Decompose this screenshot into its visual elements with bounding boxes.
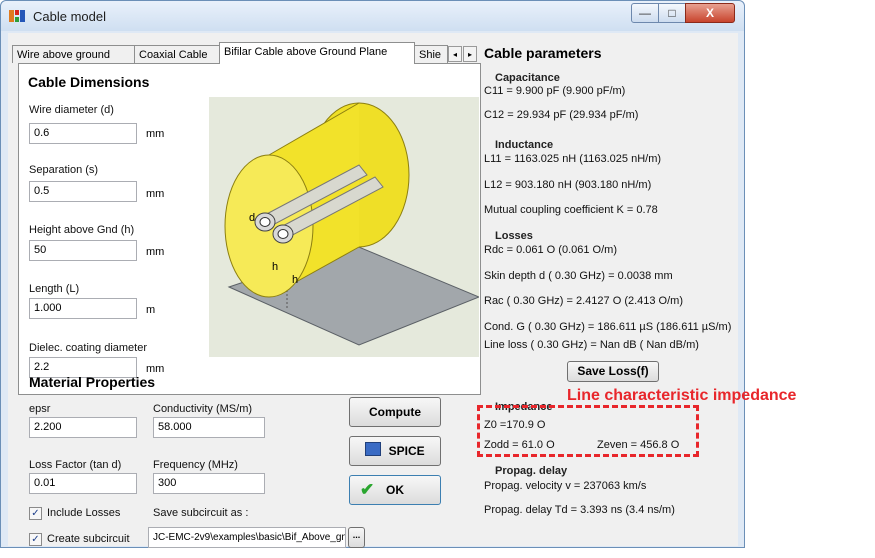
cable-dimensions-panel: Cable Dimensions Wire diameter (d) 0.6 m… [18,63,481,395]
conductivity-input[interactable]: 58.000 [153,417,265,438]
frequency-input[interactable]: 300 [153,473,265,494]
inductance-heading: Inductance [495,139,554,151]
wire-diameter-label: Wire diameter (d) [29,104,114,116]
tab-bifilar-cable[interactable]: Bifilar Cable above Ground Plane [219,42,415,64]
title-bar[interactable]: Cable model — □ X [1,1,744,31]
conductivity-label: Conductivity (MS/m) [153,403,253,415]
material-properties-title: Material Properties [29,374,156,390]
app-icon [9,10,25,22]
maximize-button[interactable]: □ [658,3,686,23]
tab-wire-above-ground[interactable]: Wire above ground [12,45,135,63]
cable-dimensions-title: Cable Dimensions [28,74,150,90]
dielec-label: Dielec. coating diameter [29,342,148,354]
minimize-button[interactable]: — [631,3,659,23]
epsr-label: epsr [29,403,51,415]
save-loss-button[interactable]: Save Loss(f) [567,361,659,382]
propag-delay-heading: Propag. delay [495,465,568,477]
include-losses-label: Include Losses [47,507,121,519]
delay-value: Propag. delay Td = 3.393 ns (3.4 ns/m) [484,504,675,516]
conductance-value: Cond. G ( 0.30 GHz) = 186.611 µS (186.61… [484,321,732,333]
tab-scroll-left-icon[interactable]: ◂ [448,46,462,62]
include-losses-checkbox[interactable]: ✓ [29,507,42,520]
cable-parameters-title: Cable parameters [484,45,602,61]
create-subcircuit-label: Create subcircuit [47,533,130,545]
loss-factor-label: Loss Factor (tan d) [29,459,122,471]
diagram-label-h2: h [292,274,298,286]
height-label: Height above Gnd (h) [29,224,135,236]
separation-label: Separation (s) [29,164,99,176]
save-subcircuit-label: Save subcircuit as : [153,507,249,519]
l11-value: L11 = 1163.025 nH (1163.025 nH/m) [484,153,662,165]
diagram-label-h1: h [272,261,278,273]
spice-button[interactable]: SPICE [349,436,441,466]
separation-unit: mm [146,188,165,200]
height-input[interactable]: 50 [29,240,137,261]
velocity-value: Propag. velocity v = 237063 km/s [484,480,647,492]
skin-depth-value: Skin depth d ( 0.30 GHz) = 0.0038 mm [484,270,673,282]
losses-heading: Losses [495,230,533,242]
diagram-label-d: d [249,212,255,224]
spice-icon [365,442,382,456]
loss-factor-input[interactable]: 0.01 [29,473,137,494]
tab-shielded[interactable]: Shie [414,45,448,63]
separation-input[interactable]: 0.5 [29,181,137,202]
wire-diameter-unit: mm [146,128,165,140]
rdc-value: Rdc = 0.061 O (0.061 O/m) [484,244,617,256]
rac-value: Rac ( 0.30 GHz) = 2.4127 O (2.413 O/m) [484,295,683,307]
epsr-input[interactable]: 2.200 [29,417,137,438]
create-subcircuit-checkbox[interactable]: ✓ [29,533,42,546]
close-button[interactable]: X [685,3,735,23]
subcircuit-path-input[interactable]: JC-EMC-2v9\examples\basic\Bif_Above_gnd_… [148,527,346,548]
frequency-label: Frequency (MHz) [153,459,238,471]
spice-label: SPICE [388,444,425,458]
length-input[interactable]: 1.000 [29,298,137,319]
length-label: Length (L) [29,283,80,295]
client-area: Wire above ground Coaxial Cable Bifilar … [8,33,738,548]
checkmark-icon: ✔ [360,480,375,499]
tab-coaxial-cable[interactable]: Coaxial Cable [134,45,220,63]
c12-value: C12 = 29.934 pF (29.934 pF/m) [484,109,639,121]
tab-scroll-right-icon[interactable]: ▸ [463,46,477,62]
window-title: Cable model [33,9,106,24]
line-loss-value: Line loss ( 0.30 GHz) = Nan dB ( Nan dB/… [484,339,699,351]
cable-model-window: Cable model — □ X Wire above ground Coax… [0,0,745,548]
mutual-coupling-value: Mutual coupling coefficient K = 0.78 [484,204,658,216]
c11-value: C11 = 9.900 pF (9.900 pF/m) [484,85,626,97]
browse-button[interactable]: ... [348,527,365,548]
ok-button[interactable]: ✔ OK [349,475,441,505]
capacitance-heading: Capacitance [495,72,560,84]
compute-button[interactable]: Compute [349,397,441,427]
ok-label: OK [386,483,404,497]
impedance-annotation-box [477,405,699,457]
wire-diameter-input[interactable]: 0.6 [29,123,137,144]
impedance-annotation-label: Line characteristic impedance [567,387,797,404]
height-unit: mm [146,246,165,258]
length-unit: m [146,304,156,316]
l12-value: L12 = 903.180 nH (903.180 nH/m) [484,179,652,191]
bifilar-cable-diagram: d h h [209,97,479,357]
